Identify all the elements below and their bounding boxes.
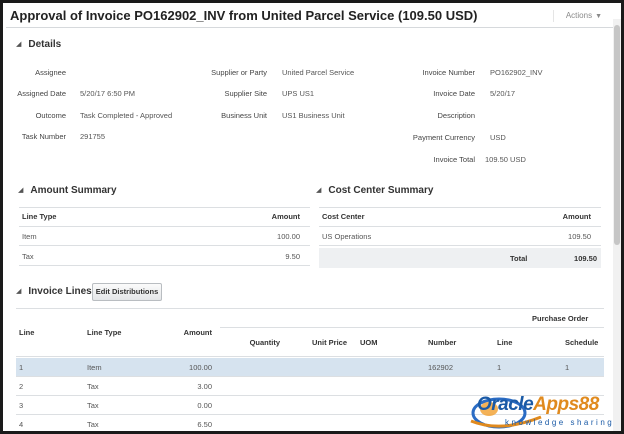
column-header-amount[interactable]: Amount: [272, 212, 300, 221]
column-header-unit-price[interactable]: Unit Price: [312, 338, 347, 347]
table-cell: 1: [19, 363, 24, 372]
edit-distributions-button[interactable]: Edit Distributions: [92, 283, 162, 301]
cost-center-summary-header[interactable]: ◢ Cost Center Summary: [316, 185, 433, 196]
invoice-date-label: Invoice Date: [433, 89, 475, 98]
total-row: Total 109.50: [319, 248, 601, 268]
invoice-number-value: PO162902_INV: [490, 68, 543, 77]
page-title: Approval of Invoice PO162902_INV from Un…: [10, 8, 478, 23]
table-row-selected[interactable]: [16, 358, 604, 376]
details-title: Details: [28, 39, 62, 50]
invoice-lines-title: Invoice Lines: [28, 286, 92, 297]
column-header-line[interactable]: Line: [19, 328, 34, 337]
logo-text: OracleApps88: [477, 394, 599, 415]
column-header-po-schedule[interactable]: Schedule: [565, 338, 598, 347]
payment-currency-label: Payment Currency: [412, 133, 475, 142]
table-cell: 100.00: [189, 363, 212, 372]
total-value: 109.50: [574, 254, 597, 263]
column-header-amount[interactable]: Amount: [563, 212, 591, 221]
amount-summary-title: Amount Summary: [30, 185, 117, 196]
assigned-date-value: 5/20/17 6:50 PM: [80, 89, 136, 98]
divider: [16, 308, 604, 309]
invoice-date-value: 5/20/17: [490, 89, 516, 98]
table-cell: Tax: [87, 382, 99, 391]
divider: [319, 245, 601, 246]
table-cell: Tax: [87, 420, 99, 429]
payment-currency-value: USD: [490, 133, 506, 142]
collapse-triangle-icon[interactable]: ◢: [16, 287, 21, 295]
outcome-label: Outcome: [35, 111, 66, 120]
table-cell: 4: [19, 420, 24, 429]
supplier-label: Supplier or Party: [211, 68, 267, 77]
column-header-uom[interactable]: UOM: [360, 338, 378, 347]
table-cell: 6.50: [197, 420, 212, 429]
table-cell: 100.00: [277, 232, 300, 241]
divider: [19, 226, 310, 227]
table-cell: Item: [22, 232, 37, 241]
column-header-po-number[interactable]: Number: [428, 338, 456, 347]
divider: [319, 207, 601, 208]
supplier-site-label: Supplier Site: [224, 89, 267, 98]
table-cell: 3.00: [197, 382, 212, 391]
task-number-label: Task Number: [21, 132, 66, 141]
table-cell: US Operations: [322, 232, 372, 241]
purchase-order-group-header: Purchase Order: [532, 314, 589, 323]
column-header-amount[interactable]: Amount: [184, 328, 212, 337]
actions-menu-button[interactable]: Actions ▼: [566, 11, 602, 20]
column-header-line-type[interactable]: Line Type: [22, 212, 56, 221]
table-cell: 9.50: [285, 252, 300, 261]
title-bar: Approval of Invoice PO162902_INV from Un…: [6, 6, 618, 28]
table-cell: Tax: [22, 252, 34, 261]
collapse-triangle-icon[interactable]: ◢: [316, 186, 321, 194]
table-cell: 0.00: [197, 401, 212, 410]
scrollbar-thumb[interactable]: [614, 25, 620, 245]
divider: [220, 327, 604, 328]
assignee-label: Assignee: [35, 68, 66, 77]
table-cell: 1: [497, 363, 502, 372]
outcome-value: Task Completed - Approved: [80, 111, 173, 120]
total-label: Total: [510, 254, 528, 263]
divider: [19, 265, 310, 266]
table-cell: 1: [565, 363, 570, 372]
supplier-site-value: UPS US1: [282, 89, 315, 98]
invoice-approval-window: Approval of Invoice PO162902_INV from Un…: [0, 0, 624, 434]
invoice-number-label: Invoice Number: [422, 68, 475, 77]
collapse-triangle-icon[interactable]: ◢: [16, 40, 21, 48]
divider: [16, 376, 604, 377]
invoice-total-label: Invoice Total: [433, 155, 475, 164]
table-cell: Tax: [87, 401, 99, 410]
column-header-quantity[interactable]: Quantity: [250, 338, 280, 347]
divider: [319, 226, 601, 227]
details-section-header[interactable]: ◢ Details: [16, 39, 61, 50]
description-label: Description: [437, 111, 475, 120]
divider: [16, 356, 604, 357]
divider: [19, 245, 310, 246]
cost-center-summary-title: Cost Center Summary: [328, 185, 434, 196]
task-number-value: 291755: [80, 132, 106, 141]
table-cell: 162902: [428, 363, 454, 372]
chevron-down-icon: ▼: [595, 13, 602, 20]
table-cell: Item: [87, 363, 102, 372]
table-cell: 109.50: [568, 232, 591, 241]
business-unit-value: US1 Business Unit: [282, 111, 345, 120]
column-header-line-type[interactable]: Line Type: [87, 328, 121, 337]
collapse-triangle-icon[interactable]: ◢: [18, 186, 23, 194]
actions-label: Actions: [565, 11, 593, 20]
amount-summary-header[interactable]: ◢ Amount Summary: [18, 185, 117, 196]
business-unit-label: Business Unit: [221, 111, 267, 120]
divider: [553, 10, 554, 22]
table-cell: 3: [19, 401, 24, 410]
column-header-po-line[interactable]: Line: [497, 338, 512, 347]
assigned-date-label: Assigned Date: [17, 89, 66, 98]
vertical-scrollbar[interactable]: [613, 19, 621, 431]
supplier-value: United Parcel Service: [282, 68, 355, 77]
invoice-lines-header[interactable]: ◢ Invoice Lines: [16, 286, 92, 297]
divider: [19, 207, 310, 208]
table-cell: 2: [19, 382, 24, 391]
invoice-total-value: 109.50 USD: [485, 155, 526, 164]
column-header-cost-center[interactable]: Cost Center: [322, 212, 365, 221]
logo-tagline: knowledge sharing: [505, 418, 615, 427]
oracleapps88-logo: OracleApps88 knowledge sharing: [461, 391, 621, 431]
